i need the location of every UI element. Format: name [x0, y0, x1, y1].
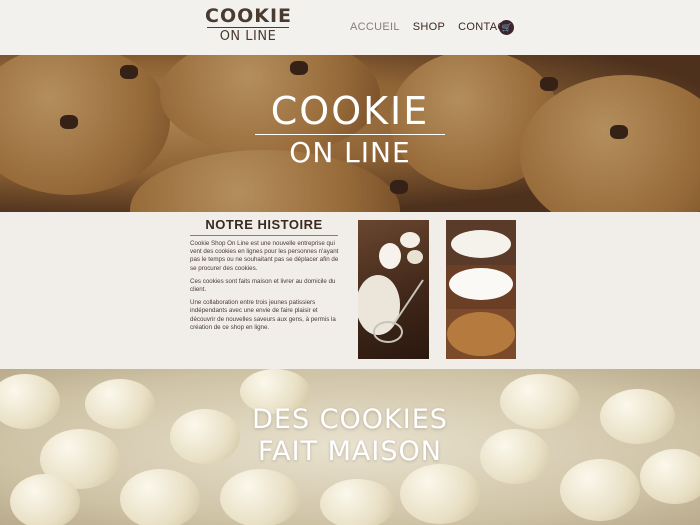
eggs-flour-whisk-illustration — [358, 232, 424, 343]
ingredients-bowls-image — [446, 220, 516, 359]
site-header: COOKIE ON LINE ACCUEIL SHOP CONTACT 🛒 — [0, 0, 700, 55]
nav-shop[interactable]: SHOP — [413, 21, 445, 33]
hero-banner: COOKIE ON LINE — [0, 55, 700, 212]
hero-logo-line-2: ON LINE — [289, 136, 411, 169]
cart-icon[interactable]: 🛒 — [499, 20, 514, 35]
white-chip — [10, 474, 80, 525]
main-nav: ACCUEIL SHOP CONTACT — [350, 21, 513, 33]
hero-logo-line-1: COOKIE — [270, 89, 430, 133]
white-chip — [0, 374, 60, 429]
story-divider — [190, 235, 338, 236]
site-logo[interactable]: COOKIE ON LINE — [205, 6, 291, 44]
white-chip — [85, 379, 155, 429]
banner-title-line-1: DES COOKIES — [252, 404, 448, 435]
hero-logo-divider — [255, 134, 445, 135]
baking-ingredients-image — [358, 220, 429, 359]
white-chip — [640, 449, 700, 504]
story-title: NOTRE HISTOIRE — [205, 217, 323, 232]
logo-line-1: COOKIE — [205, 5, 293, 27]
logo-line-2: ON LINE — [219, 29, 277, 44]
white-chip — [500, 374, 580, 429]
story-section: NOTRE HISTOIRE Cookie Shop On Line est u… — [0, 212, 700, 369]
white-chip — [400, 464, 480, 524]
story-text: Cookie Shop On Line est une nouvelle ent… — [190, 240, 340, 337]
nav-accueil[interactable]: ACCUEIL — [350, 21, 400, 33]
banner-title-line-2: FAIT MAISON — [258, 436, 442, 467]
white-chip — [220, 469, 300, 525]
logo-divider — [207, 27, 289, 28]
banner-title: DES COOKIES FAIT MAISON — [200, 404, 500, 468]
white-chip — [120, 469, 200, 525]
white-chip — [600, 389, 675, 444]
white-chip — [560, 459, 640, 521]
hero-logo: COOKIE ON LINE — [255, 90, 445, 168]
bowls-illustration — [446, 220, 516, 359]
white-chocolate-banner: DES COOKIES FAIT MAISON — [0, 369, 700, 525]
white-chip — [320, 479, 395, 525]
story-paragraph: Cookie Shop On Line est une nouvelle ent… — [190, 240, 339, 272]
story-paragraph: Ces cookies sont faits maison et livrer … — [190, 277, 336, 294]
story-paragraph: Une collaboration entre trois jeunes pat… — [190, 299, 336, 331]
